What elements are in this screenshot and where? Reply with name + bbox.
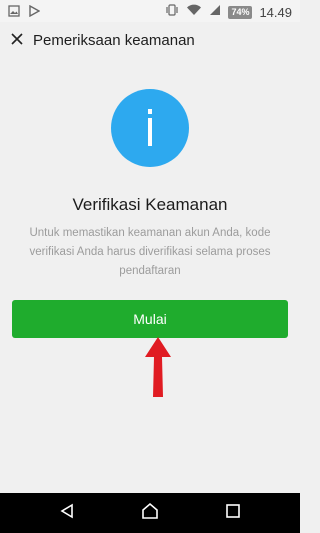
play-store-icon <box>28 4 41 22</box>
back-icon <box>59 503 75 524</box>
battery-icon: 74% <box>228 5 253 19</box>
signal-icon <box>209 3 221 21</box>
title-bar: Pemeriksaan keamanan <box>0 22 300 60</box>
back-button[interactable] <box>55 501 79 525</box>
security-description: Untuk memastikan keamanan akun Anda, kod… <box>29 227 271 277</box>
info-icon <box>111 89 189 167</box>
home-icon <box>141 502 159 525</box>
home-button[interactable] <box>138 501 162 525</box>
vibrate-icon <box>165 3 179 21</box>
status-bar: 74% 14.49 <box>0 0 300 22</box>
recents-icon <box>226 503 240 523</box>
wifi-icon <box>186 3 202 21</box>
recents-button[interactable] <box>221 501 245 525</box>
close-icon <box>11 32 23 50</box>
security-heading: Verifikasi Keamanan <box>72 195 228 214</box>
red-arrow-icon <box>145 337 171 397</box>
status-time: 14.49 <box>259 4 292 20</box>
page-title: Pemeriksaan keamanan <box>33 32 195 49</box>
close-button[interactable] <box>6 30 28 52</box>
image-icon <box>8 4 20 22</box>
navigation-bar <box>0 493 300 533</box>
